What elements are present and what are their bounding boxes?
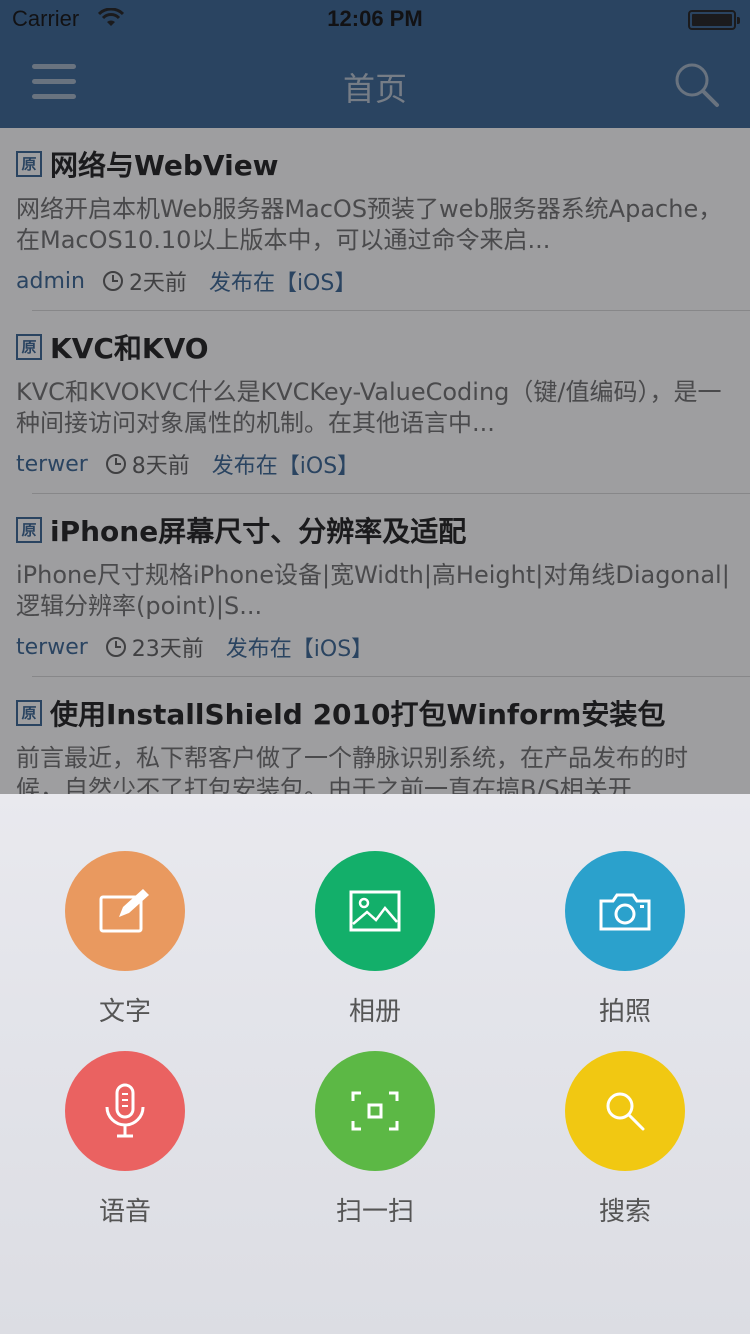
edit-icon bbox=[99, 889, 149, 933]
action-camera[interactable]: 拍照 bbox=[545, 851, 705, 1028]
action-text-circle[interactable] bbox=[65, 851, 185, 971]
action-scan[interactable]: 扫一扫 bbox=[295, 1051, 455, 1228]
action-album-label: 相册 bbox=[348, 997, 401, 1027]
action-search[interactable]: 搜索 bbox=[545, 1051, 705, 1228]
action-camera-circle[interactable] bbox=[565, 851, 685, 971]
search-icon bbox=[606, 1092, 645, 1131]
action-camera-label: 拍照 bbox=[598, 997, 651, 1027]
action-text[interactable]: 文字 bbox=[45, 851, 205, 1028]
action-voice-label: 语音 bbox=[98, 1197, 151, 1227]
action-album-circle[interactable] bbox=[315, 851, 435, 971]
microphone-icon bbox=[105, 1083, 145, 1138]
camera-icon bbox=[599, 893, 651, 931]
action-search-circle[interactable] bbox=[565, 1051, 685, 1171]
action-search-label: 搜索 bbox=[598, 1197, 651, 1227]
action-album[interactable]: 相册 bbox=[295, 851, 455, 1028]
scan-icon bbox=[351, 1091, 399, 1131]
modal-backdrop[interactable] bbox=[0, 0, 750, 794]
action-text-label: 文字 bbox=[98, 997, 151, 1027]
action-voice-circle[interactable] bbox=[65, 1051, 185, 1171]
action-scan-circle[interactable] bbox=[315, 1051, 435, 1171]
action-sheet: 文字 相册 拍照 语音 扫一扫 搜索 bbox=[0, 794, 750, 1334]
action-voice[interactable]: 语音 bbox=[45, 1051, 205, 1228]
image-icon bbox=[349, 890, 401, 932]
action-scan-label: 扫一扫 bbox=[335, 1197, 414, 1227]
